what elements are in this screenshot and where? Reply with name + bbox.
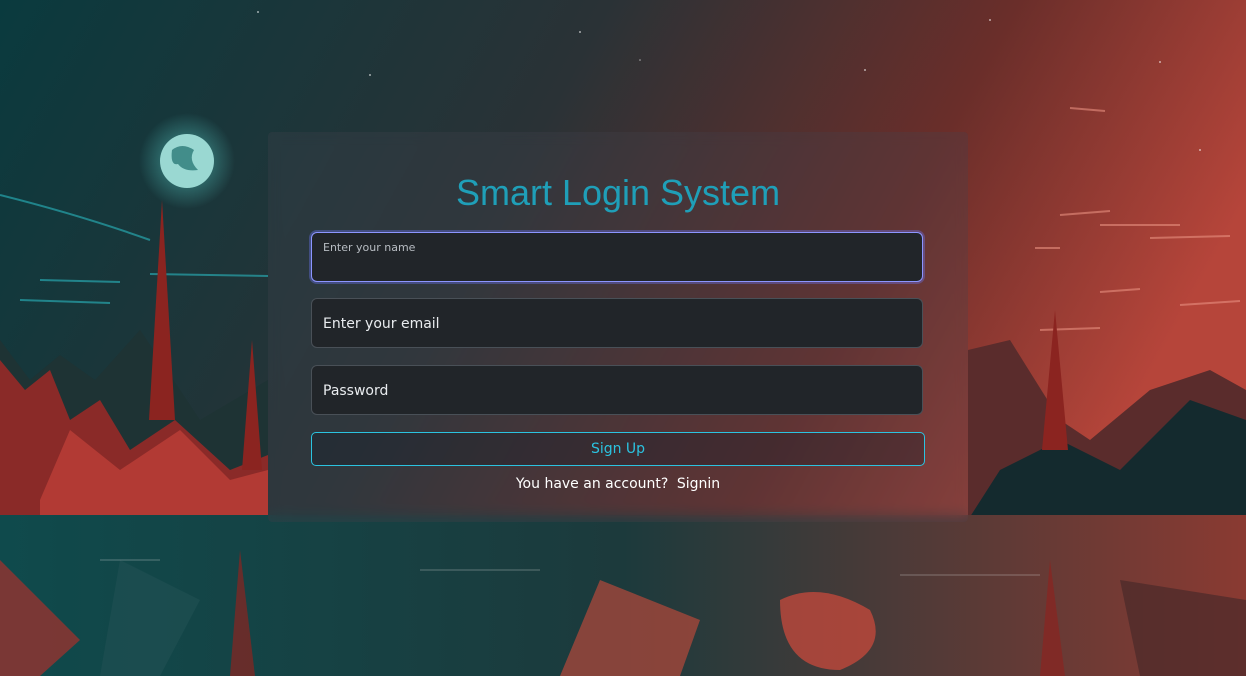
email-field[interactable]: Enter your email [311,298,923,348]
page-title: Smart Login System [455,172,781,213]
password-field-label: Password [323,383,389,399]
email-field-label: Enter your email [323,316,440,332]
name-field[interactable]: Enter your name [311,232,923,282]
password-field[interactable]: Password [311,365,923,415]
signin-link[interactable]: Signin [677,476,720,492]
name-input[interactable] [312,233,922,281]
signup-button[interactable]: Sign Up [311,432,925,466]
signin-prompt-text: You have an account? [515,476,669,492]
signin-prompt: You have an account? Signin [268,476,968,492]
